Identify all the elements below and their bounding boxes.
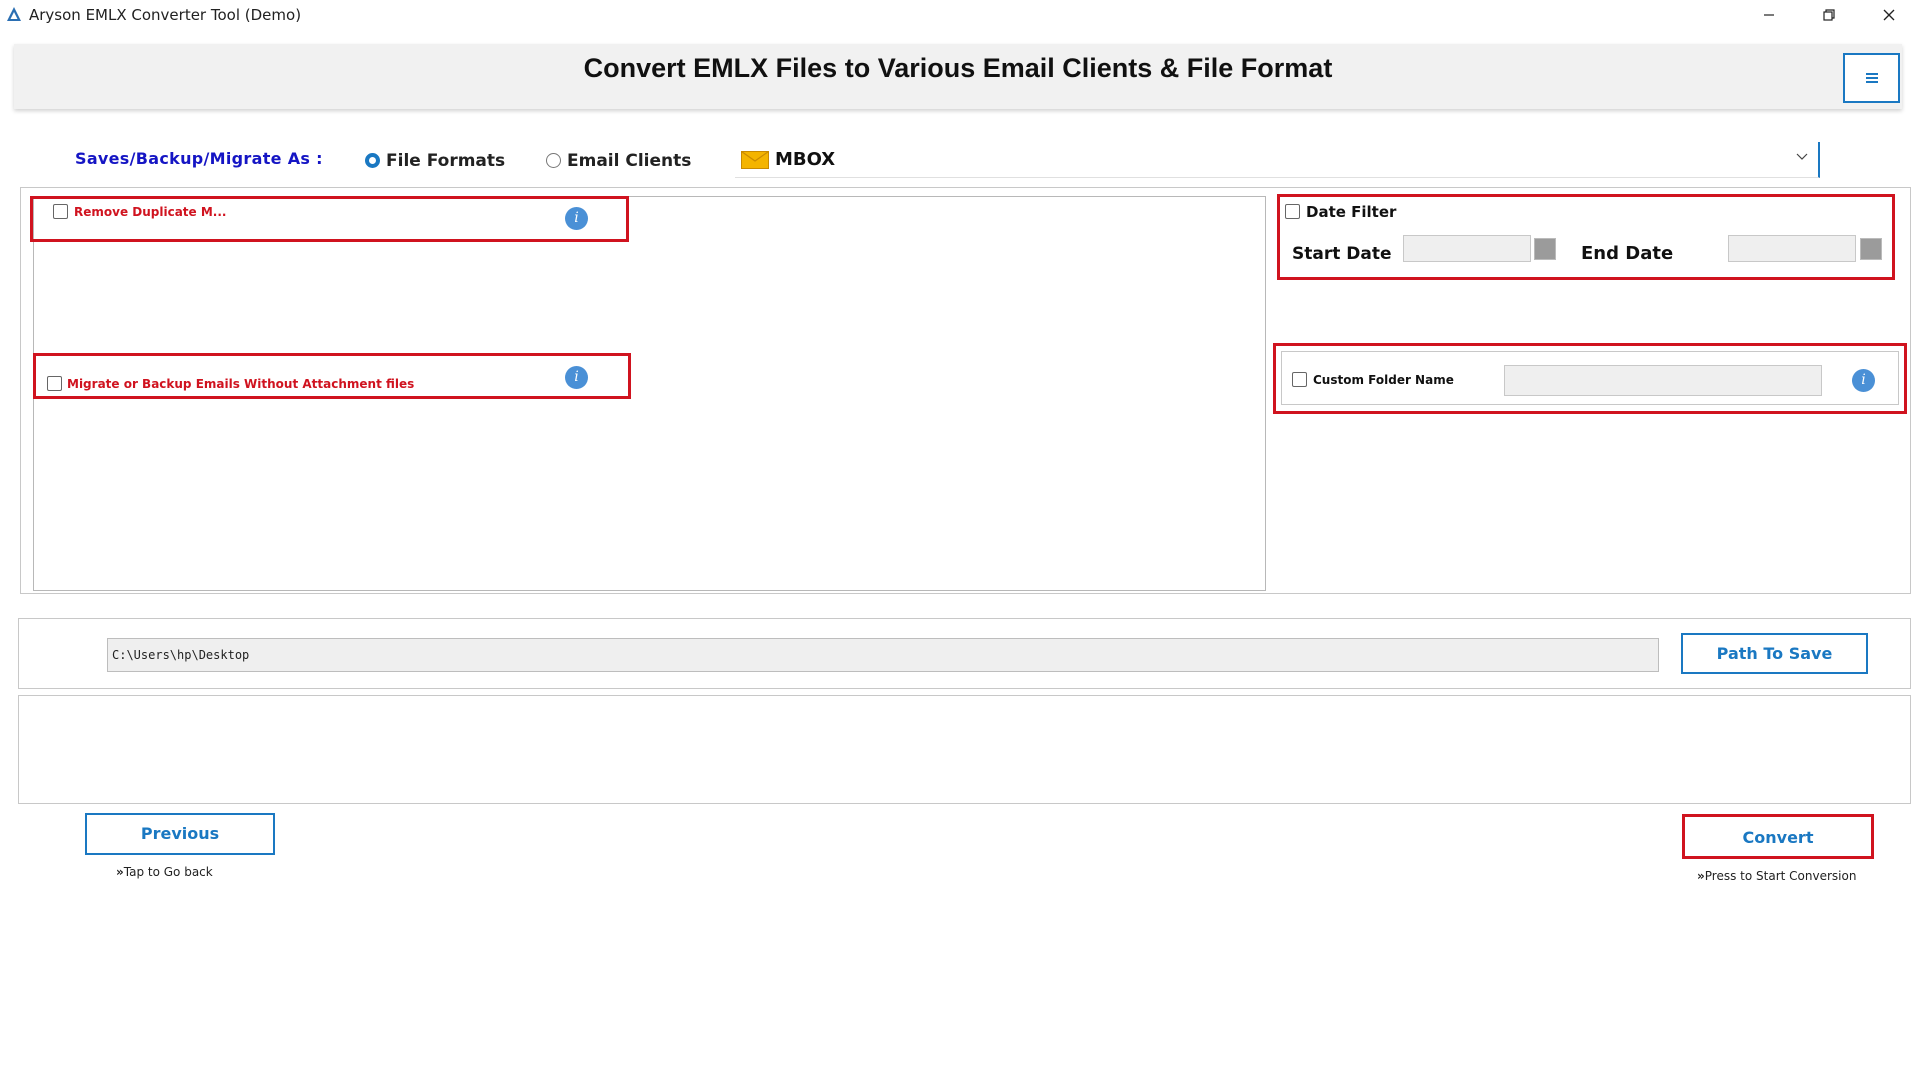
file-formats-radio[interactable]	[365, 153, 380, 168]
previous-hint-text: Tap to Go back	[123, 865, 213, 879]
selected-format: MBOX	[775, 149, 836, 170]
restore-button[interactable]	[1800, 0, 1858, 30]
file-formats-label[interactable]: File Formats	[386, 151, 505, 171]
convert-button[interactable]: Convert	[1684, 828, 1872, 847]
chevron-down-icon	[1796, 153, 1808, 160]
remove-duplicate-checkbox[interactable]	[53, 204, 68, 219]
close-button[interactable]	[1860, 0, 1918, 30]
info-icon[interactable]: i	[565, 207, 588, 230]
without-attachment-checkbox[interactable]	[47, 376, 62, 391]
hint-arrow: »	[116, 865, 124, 879]
envelope-icon	[741, 151, 769, 169]
email-clients-label[interactable]: Email Clients	[567, 151, 691, 171]
minimize-icon	[1764, 14, 1774, 16]
hamburger-menu-icon	[1865, 73, 1878, 83]
previous-hint: »Tap to Go back	[116, 865, 213, 879]
menu-button[interactable]	[1843, 53, 1900, 103]
end-date-label: End Date	[1581, 243, 1674, 264]
convert-hint: »Press to Start Conversion	[1697, 869, 1856, 883]
info-icon[interactable]: i	[1852, 369, 1875, 392]
path-to-save-button[interactable]: Path To Save	[1681, 633, 1868, 674]
title-bar: Aryson EMLX Converter Tool (Demo)	[0, 0, 1920, 30]
previous-button[interactable]: Previous	[85, 813, 275, 855]
info-icon[interactable]: i	[565, 366, 588, 389]
log-panel	[18, 695, 1911, 804]
start-date-picker-button[interactable]	[1534, 238, 1556, 260]
close-icon	[1883, 9, 1895, 21]
save-as-label: Saves/Backup/Migrate As :	[75, 149, 323, 168]
end-date-input[interactable]	[1728, 235, 1856, 262]
without-attachment-label[interactable]: Migrate or Backup Emails Without Attachm…	[67, 377, 414, 391]
header-banner: Convert EMLX Files to Various Email Clie…	[14, 44, 1902, 109]
minimize-button[interactable]	[1740, 0, 1798, 30]
hint-arrow: »	[1697, 869, 1705, 883]
end-date-picker-button[interactable]	[1860, 238, 1882, 260]
custom-folder-checkbox[interactable]	[1292, 372, 1307, 387]
save-path-input[interactable]: C:\Users\hp\Desktop	[107, 638, 1659, 672]
convert-hint-text: Press to Start Conversion	[1704, 869, 1857, 883]
remove-duplicate-highlight	[30, 196, 629, 242]
format-select-dropdown[interactable]: MBOX	[735, 142, 1820, 178]
custom-folder-input[interactable]	[1504, 365, 1822, 396]
custom-folder-label[interactable]: Custom Folder Name	[1313, 373, 1454, 387]
date-filter-label[interactable]: Date Filter	[1306, 203, 1396, 221]
start-date-label: Start Date	[1292, 244, 1392, 264]
restore-icon	[1823, 9, 1835, 21]
email-clients-radio[interactable]	[546, 153, 561, 168]
start-date-input[interactable]	[1403, 235, 1531, 262]
remove-duplicate-label[interactable]: Remove Duplicate M...	[74, 205, 226, 219]
date-filter-checkbox[interactable]	[1285, 204, 1300, 219]
window-title: Aryson EMLX Converter Tool (Demo)	[29, 6, 302, 24]
app-logo-icon	[7, 7, 21, 21]
page-title: Convert EMLX Files to Various Email Clie…	[583, 53, 1333, 83]
without-attachment-highlight	[33, 353, 631, 399]
